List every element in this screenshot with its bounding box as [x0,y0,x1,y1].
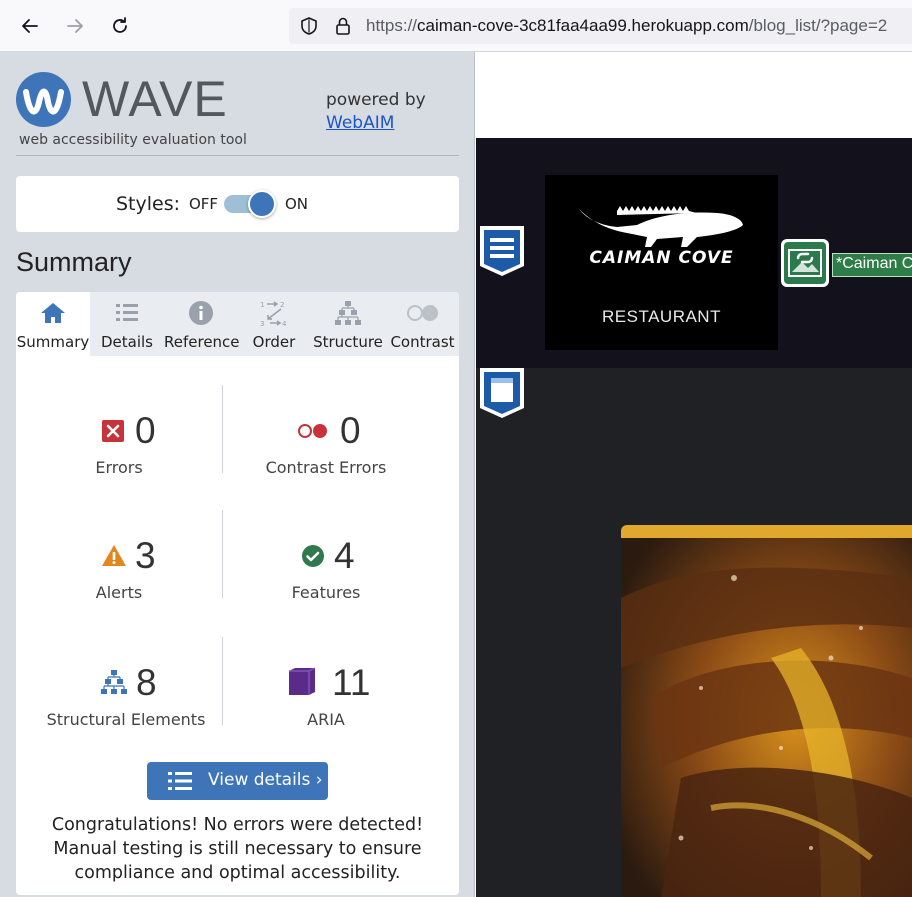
stat-errors[interactable]: 0 Errors [16,410,222,480]
tab-label: Summary [16,333,90,351]
brand-subtitle: RESTAURANT [602,307,721,326]
website-viewport: CAIMAN COVE RESTAURANT *Caiman C [476,52,912,897]
wave-structure-icon[interactable] [478,224,526,278]
reload-button[interactable] [106,12,134,40]
stat-aria[interactable]: 11 ARIA [223,662,429,732]
wave-tagline: web accessibility evaluation tool [19,132,247,148]
alert-icon [102,545,126,566]
site-logo[interactable]: CAIMAN COVE RESTAURANT [545,175,778,350]
fried-plantain-image [621,538,912,897]
contrast-error-icon [298,424,327,438]
svg-text:3: 3 [260,320,264,327]
feature-icon [302,545,324,567]
stat-label: Structural Elements [46,710,206,729]
error-icon [102,420,124,442]
wave-logo-text: WAVE [82,71,228,127]
svg-text:4: 4 [282,320,287,327]
list-icon [168,772,192,790]
wave-tabs: Summary Details Reference 1 2 3 4 Order Str… [16,292,459,356]
stat-label: Contrast Errors [265,458,387,477]
home-icon [41,303,65,323]
url-prefix: https:// [366,16,418,35]
styles-toggle-panel: Styles: OFF ON [16,176,459,232]
tab-label: Contrast [390,333,455,351]
wave-header: WAVE web accessibility evaluation tool p… [16,70,459,156]
structure-icon [101,670,127,694]
wave-logo-icon [16,72,71,127]
summary-heading: Summary [16,247,132,277]
stat-value: 0 [340,410,361,451]
stat-label: Features [291,583,361,602]
wave-linked-image-icon[interactable] [781,239,829,287]
wave-sidebar: WAVE web accessibility evaluation tool p… [0,52,475,897]
tab-label: Reference [164,333,240,351]
alt-text-tag: *Caiman C [832,253,912,277]
styles-label: Styles: [116,193,181,215]
tab-order[interactable]: 1 2 3 4 Order [238,292,310,356]
blog-post-image[interactable] [621,525,912,897]
url-path: /blog_list/?page=2 [748,16,888,35]
url-host: caiman-cove-3c81faa4aa99.herokuapp.com [417,16,749,35]
url-text[interactable]: https://caiman-cove-3c81faa4aa99.herokua… [366,16,887,36]
tab-label: Order [252,333,296,351]
stat-alerts[interactable]: 3 Alerts [16,535,222,605]
wave-region-icon[interactable] [478,366,526,420]
shield-icon[interactable] [299,16,319,36]
congrats-message: Congratulations! No errors were detected… [51,815,424,883]
structure-icon [335,301,361,325]
stat-value: 0 [135,410,156,451]
tab-reference[interactable]: Reference [164,292,240,356]
styles-toggle-knob[interactable] [248,190,276,218]
url-bar[interactable]: https://caiman-cove-3c81faa4aa99.herokua… [289,8,912,44]
stat-label: Alerts [95,583,143,602]
tab-label: Structure [313,333,383,351]
lock-icon[interactable] [333,16,353,36]
summary-panel: Summary Details Reference 1 2 3 4 Order Str… [16,292,459,895]
stat-features[interactable]: 4 Features [223,535,429,605]
browser-toolbar: https://caiman-cove-3c81faa4aa99.herokua… [0,0,912,52]
stat-value: 8 [136,662,157,703]
styles-off-label: OFF [189,195,219,213]
styles-on-label: ON [285,195,309,213]
stat-label: Errors [95,458,143,477]
tab-contrast[interactable]: Contrast [386,292,459,356]
svg-text:1: 1 [260,301,264,309]
contrast-icon [406,305,438,321]
stat-contrast-errors[interactable]: 0 Contrast Errors [223,410,429,480]
tab-summary[interactable]: Summary [16,292,90,356]
forward-arrow-icon [67,19,83,33]
tab-label: Details [100,333,153,351]
stat-value: 11 [332,662,371,703]
link-icon [788,249,822,277]
svg-text:2: 2 [280,301,284,309]
view-details-button[interactable]: View details › [147,762,328,800]
stat-value: 4 [334,535,355,576]
stat-label: ARIA [307,710,345,729]
info-icon [189,301,213,325]
back-button[interactable] [16,12,44,40]
crocodile-logo-icon [579,206,743,247]
tab-details[interactable]: Details [90,292,164,356]
aria-icon [289,667,316,695]
forward-button[interactable] [61,12,89,40]
webaim-link[interactable]: WebAIM [326,113,394,133]
brand-name: CAIMAN COVE [589,248,734,268]
back-arrow-icon [22,19,38,33]
tab-structure[interactable]: Structure [310,292,386,356]
stat-value: 3 [135,535,156,576]
list-icon [116,304,138,321]
order-icon: 1 2 3 4 [260,301,287,327]
reload-icon [113,17,127,33]
powered-by-text: powered by [326,90,426,110]
view-details-label: View details › [208,770,323,790]
stat-structural-elements[interactable]: 8 Structural Elements [16,662,236,732]
